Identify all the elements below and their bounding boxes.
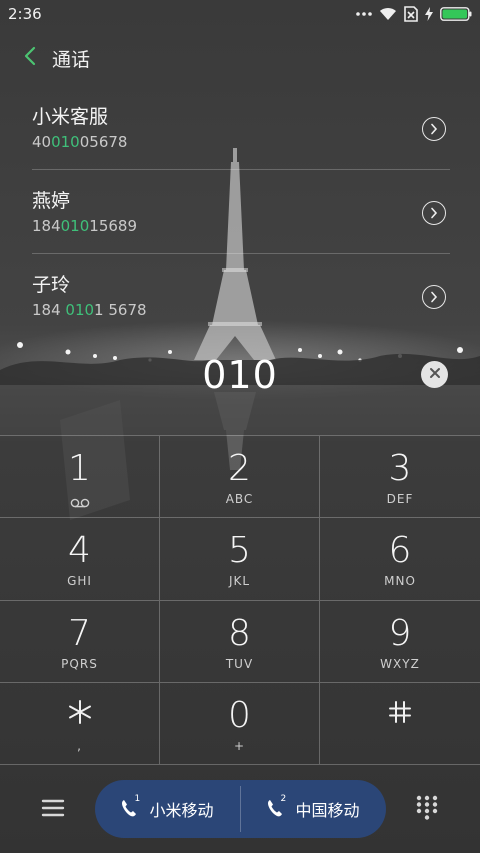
- contact-suggestion[interactable]: 燕婷 18401015689: [32, 170, 450, 254]
- key-digit: 1: [68, 448, 91, 489]
- key-letters: +: [233, 738, 246, 753]
- contact-suggestions: 小米客服 4001005678 燕婷 18401015689 子玲 184 01…: [32, 86, 450, 338]
- contact-detail-button[interactable]: [422, 285, 446, 309]
- key-letters: WXYZ: [380, 656, 420, 671]
- key-digit: 9: [388, 612, 412, 654]
- contact-detail-button[interactable]: [422, 201, 446, 225]
- dialed-number-display[interactable]: 010: [0, 350, 480, 400]
- key-1[interactable]: 1: [0, 436, 160, 519]
- sim1-label: 小米移动: [149, 801, 214, 820]
- number-suffix: 15689: [89, 217, 137, 235]
- sim-slot-number: 1: [134, 794, 141, 804]
- key-6[interactable]: 6 MNO: [320, 518, 480, 601]
- number-suffix: 05678: [79, 133, 128, 151]
- key-0[interactable]: 0 +: [160, 682, 320, 765]
- call-button-group: 1 小米移动 2 中国移动: [95, 780, 386, 838]
- dial-input-row: 010: [0, 350, 480, 400]
- chevron-right-icon: [430, 288, 438, 307]
- key-digit: 3: [388, 448, 412, 489]
- status-time: 2:36: [8, 5, 42, 23]
- key-8[interactable]: 8 TUV: [160, 600, 320, 683]
- bottom-bar: 1 小米移动 2 中国移动: [0, 764, 480, 853]
- key-3[interactable]: 3 DEF: [320, 436, 480, 519]
- more-dots-icon: [356, 11, 372, 17]
- key-letters: GHI: [67, 574, 92, 589]
- key-digit: 8: [228, 612, 251, 654]
- menu-lines-icon: [38, 799, 68, 824]
- key-digit: 0: [228, 694, 251, 736]
- call-sim1-button[interactable]: 1 小米移动: [95, 780, 240, 838]
- key-hash[interactable]: [320, 683, 480, 765]
- contact-name: 小米客服: [32, 106, 109, 128]
- chevron-right-icon: [430, 120, 438, 139]
- key-digit: 2: [228, 448, 251, 489]
- voicemail-icon: [70, 493, 90, 512]
- backspace-clear-icon: [428, 365, 442, 384]
- number-suffix: 1 5678: [94, 301, 147, 319]
- contact-detail-button[interactable]: [422, 117, 446, 141]
- phone-icon: 1: [121, 794, 141, 819]
- sim2-label: 中国移动: [295, 801, 360, 820]
- contact-number: 4001005678: [32, 131, 450, 153]
- phone-icon: 2: [267, 794, 287, 819]
- call-sim2-button[interactable]: 2 中国移动: [241, 780, 386, 838]
- contact-number: 184 0101 5678: [32, 299, 450, 321]
- contact-suggestion[interactable]: 小米客服 4001005678: [32, 86, 450, 170]
- number-match: 010: [65, 301, 95, 319]
- key-letters: DEF: [386, 492, 414, 506]
- contact-name: 子玲: [32, 274, 71, 296]
- sim-slot-number: 2: [280, 794, 287, 804]
- key-letters: ,: [77, 738, 82, 753]
- key-letters: MNO: [384, 574, 416, 589]
- keypad-toggle-button[interactable]: [414, 794, 440, 820]
- key-letters: JKL: [228, 574, 251, 589]
- hash-icon: [320, 699, 480, 725]
- key-letters: PQRS: [61, 656, 98, 671]
- key-digit: 5: [228, 530, 251, 572]
- header: 通话: [0, 38, 480, 78]
- key-2[interactable]: 2 ABC: [160, 436, 320, 519]
- no-sim-icon: [404, 6, 418, 22]
- page-title: 通话: [52, 48, 91, 71]
- key-digit: 7: [68, 612, 91, 654]
- number-match: 010: [60, 217, 90, 235]
- back-button[interactable]: [10, 38, 50, 78]
- key-9[interactable]: 9 WXYZ: [320, 601, 480, 683]
- number-prefix: 184: [32, 217, 61, 235]
- key-4[interactable]: 4 GHI: [0, 518, 160, 601]
- chevron-left-icon: [24, 46, 36, 70]
- dial-keypad: 1 2 ABC 3 DEF 4 GHI 5 JKL 6 MNO 7 PQRS 8…: [0, 435, 480, 765]
- contact-name: 燕婷: [32, 190, 71, 212]
- clear-button[interactable]: [421, 361, 448, 388]
- key-7[interactable]: 7 PQRS: [0, 600, 160, 683]
- contact-suggestion[interactable]: 子玲 184 0101 5678: [32, 254, 450, 338]
- status-bar: 2:36: [0, 0, 480, 28]
- number-prefix: 40: [32, 133, 52, 151]
- number-match: 010: [51, 133, 80, 151]
- key-asterisk[interactable]: ,: [0, 682, 160, 765]
- key-digit: 4: [68, 530, 91, 572]
- key-letters: ABC: [225, 492, 254, 506]
- status-icons: [356, 6, 472, 22]
- asterisk-icon: [0, 699, 159, 725]
- chevron-right-icon: [430, 204, 438, 223]
- contact-number: 18401015689: [32, 215, 450, 237]
- battery-icon: [440, 7, 472, 21]
- charging-bolt-icon: [425, 7, 433, 21]
- key-digit: 6: [388, 530, 412, 572]
- number-prefix: 184: [32, 301, 66, 319]
- wifi-icon: [379, 7, 397, 21]
- key-letters: TUV: [225, 656, 254, 671]
- dialpad-grid-icon: [414, 795, 440, 824]
- menu-button[interactable]: [38, 796, 68, 820]
- key-5[interactable]: 5 JKL: [160, 518, 320, 601]
